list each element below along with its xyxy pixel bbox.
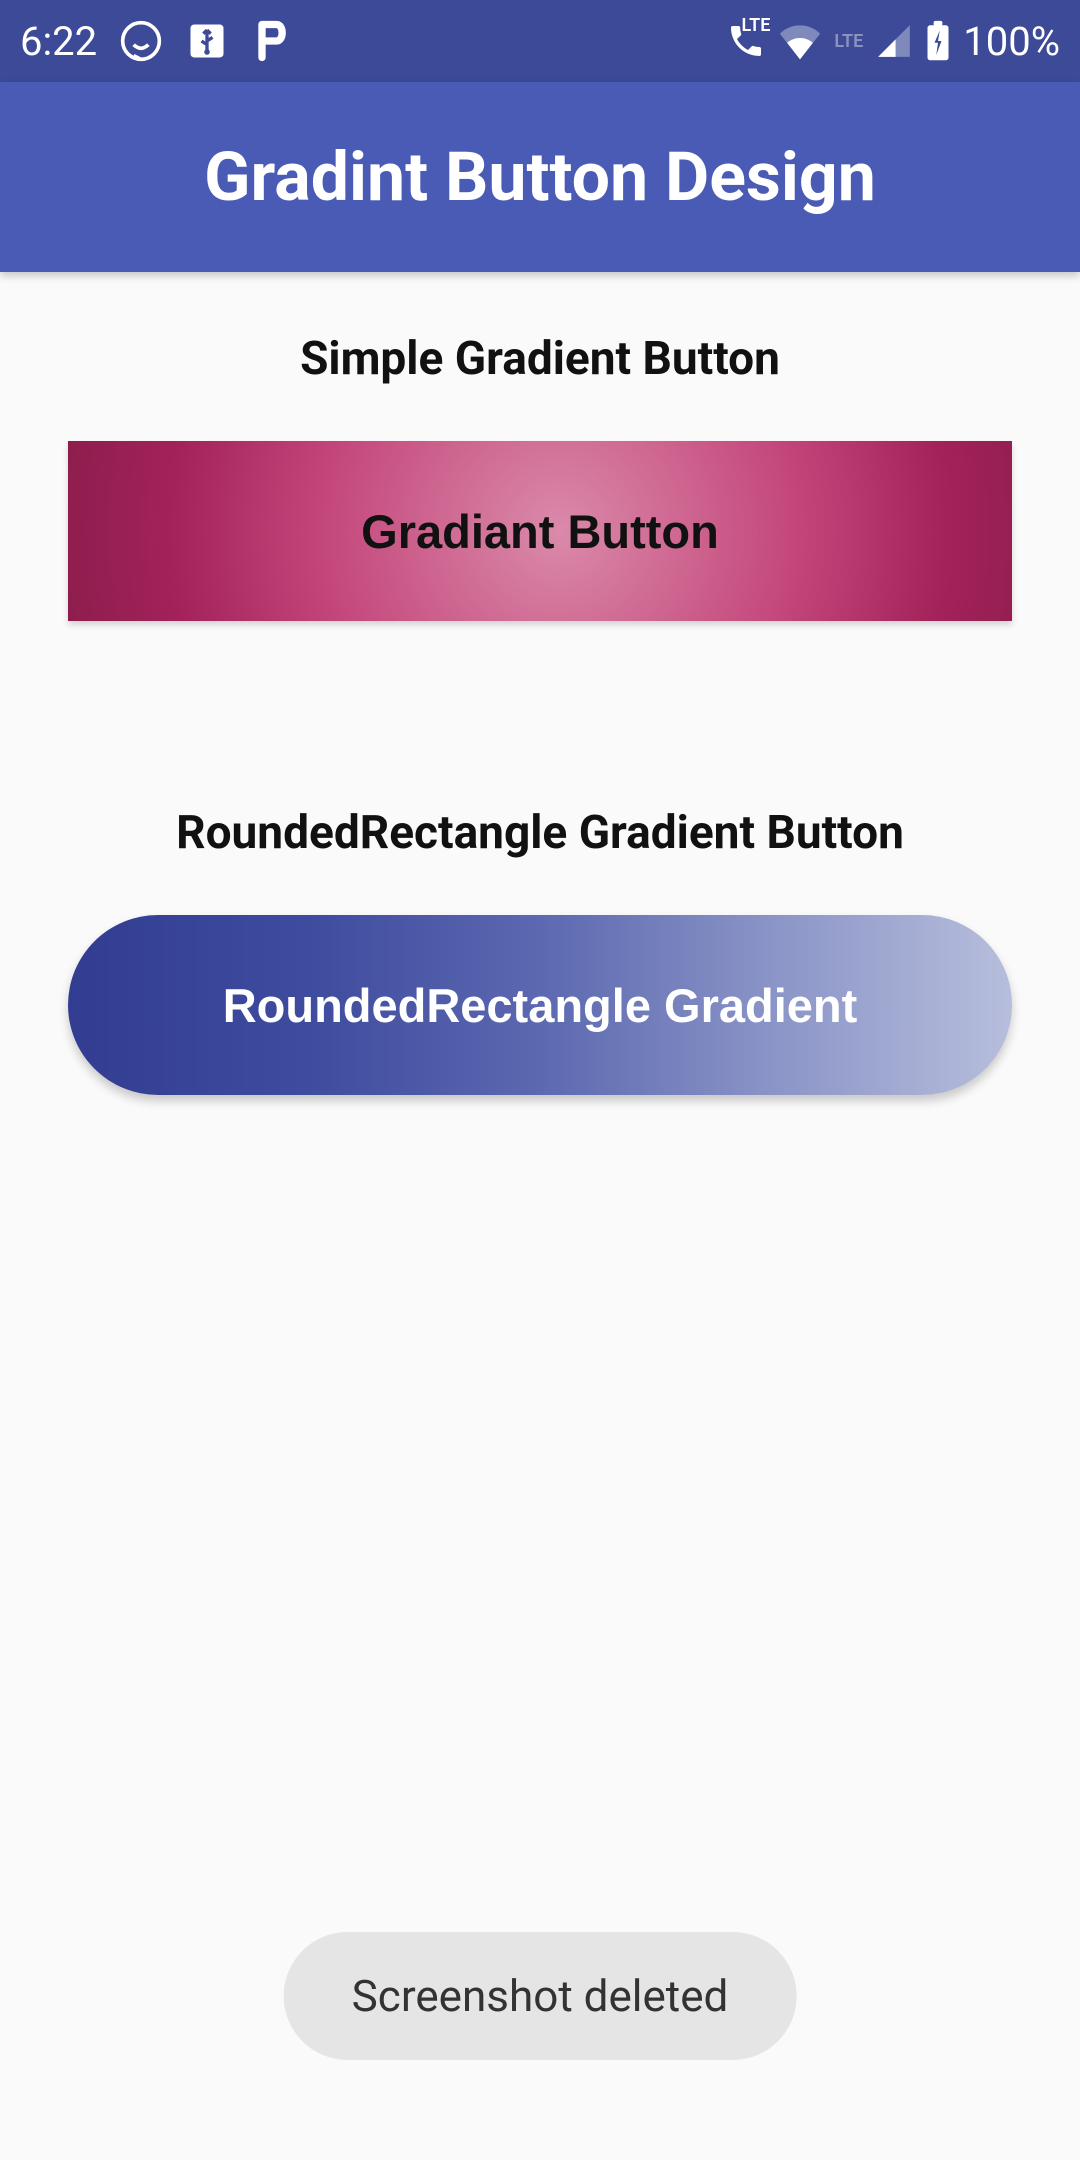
status-bar-right: LTE LTE 100% xyxy=(726,18,1060,65)
rounded-gradient-button-label: RoundedRectangle Gradient xyxy=(223,978,858,1033)
main-content: Simple Gradient Button Gradiant Button R… xyxy=(0,332,1080,1095)
whatsapp-icon xyxy=(119,19,163,63)
call-lte-icon: LTE xyxy=(726,21,766,61)
app-title: Gradint Button Design xyxy=(204,137,876,217)
toast-text: Screenshot deleted xyxy=(352,1970,729,2022)
simple-gradient-heading: Simple Gradient Button xyxy=(68,332,1012,386)
rounded-rectangle-gradient-button[interactable]: RoundedRectangle Gradient xyxy=(68,915,1012,1095)
lte-dim-label: LTE xyxy=(834,31,863,52)
section-rounded-gradient: RoundedRectangle Gradient Button Rounded… xyxy=(68,806,1012,1095)
simple-gradient-button-label: Gradiant Button xyxy=(361,504,719,559)
status-bar-left: 6:22 xyxy=(20,18,295,65)
status-time: 6:22 xyxy=(20,18,97,65)
rounded-gradient-heading: RoundedRectangle Gradient Button xyxy=(68,806,1012,860)
wifi-icon xyxy=(778,22,822,60)
toast-message: Screenshot deleted xyxy=(284,1932,797,2060)
app-bar: Gradint Button Design xyxy=(0,82,1080,272)
p-app-icon xyxy=(251,19,295,63)
signal-icon xyxy=(875,22,913,60)
battery-charging-icon xyxy=(925,20,951,62)
section-simple-gradient: Simple Gradient Button Gradiant Button xyxy=(68,332,1012,621)
battery-percentage: 100% xyxy=(963,18,1060,65)
status-bar: 6:22 LTE xyxy=(0,0,1080,82)
simple-gradient-button[interactable]: Gradiant Button xyxy=(68,441,1012,621)
usb-icon xyxy=(185,19,229,63)
